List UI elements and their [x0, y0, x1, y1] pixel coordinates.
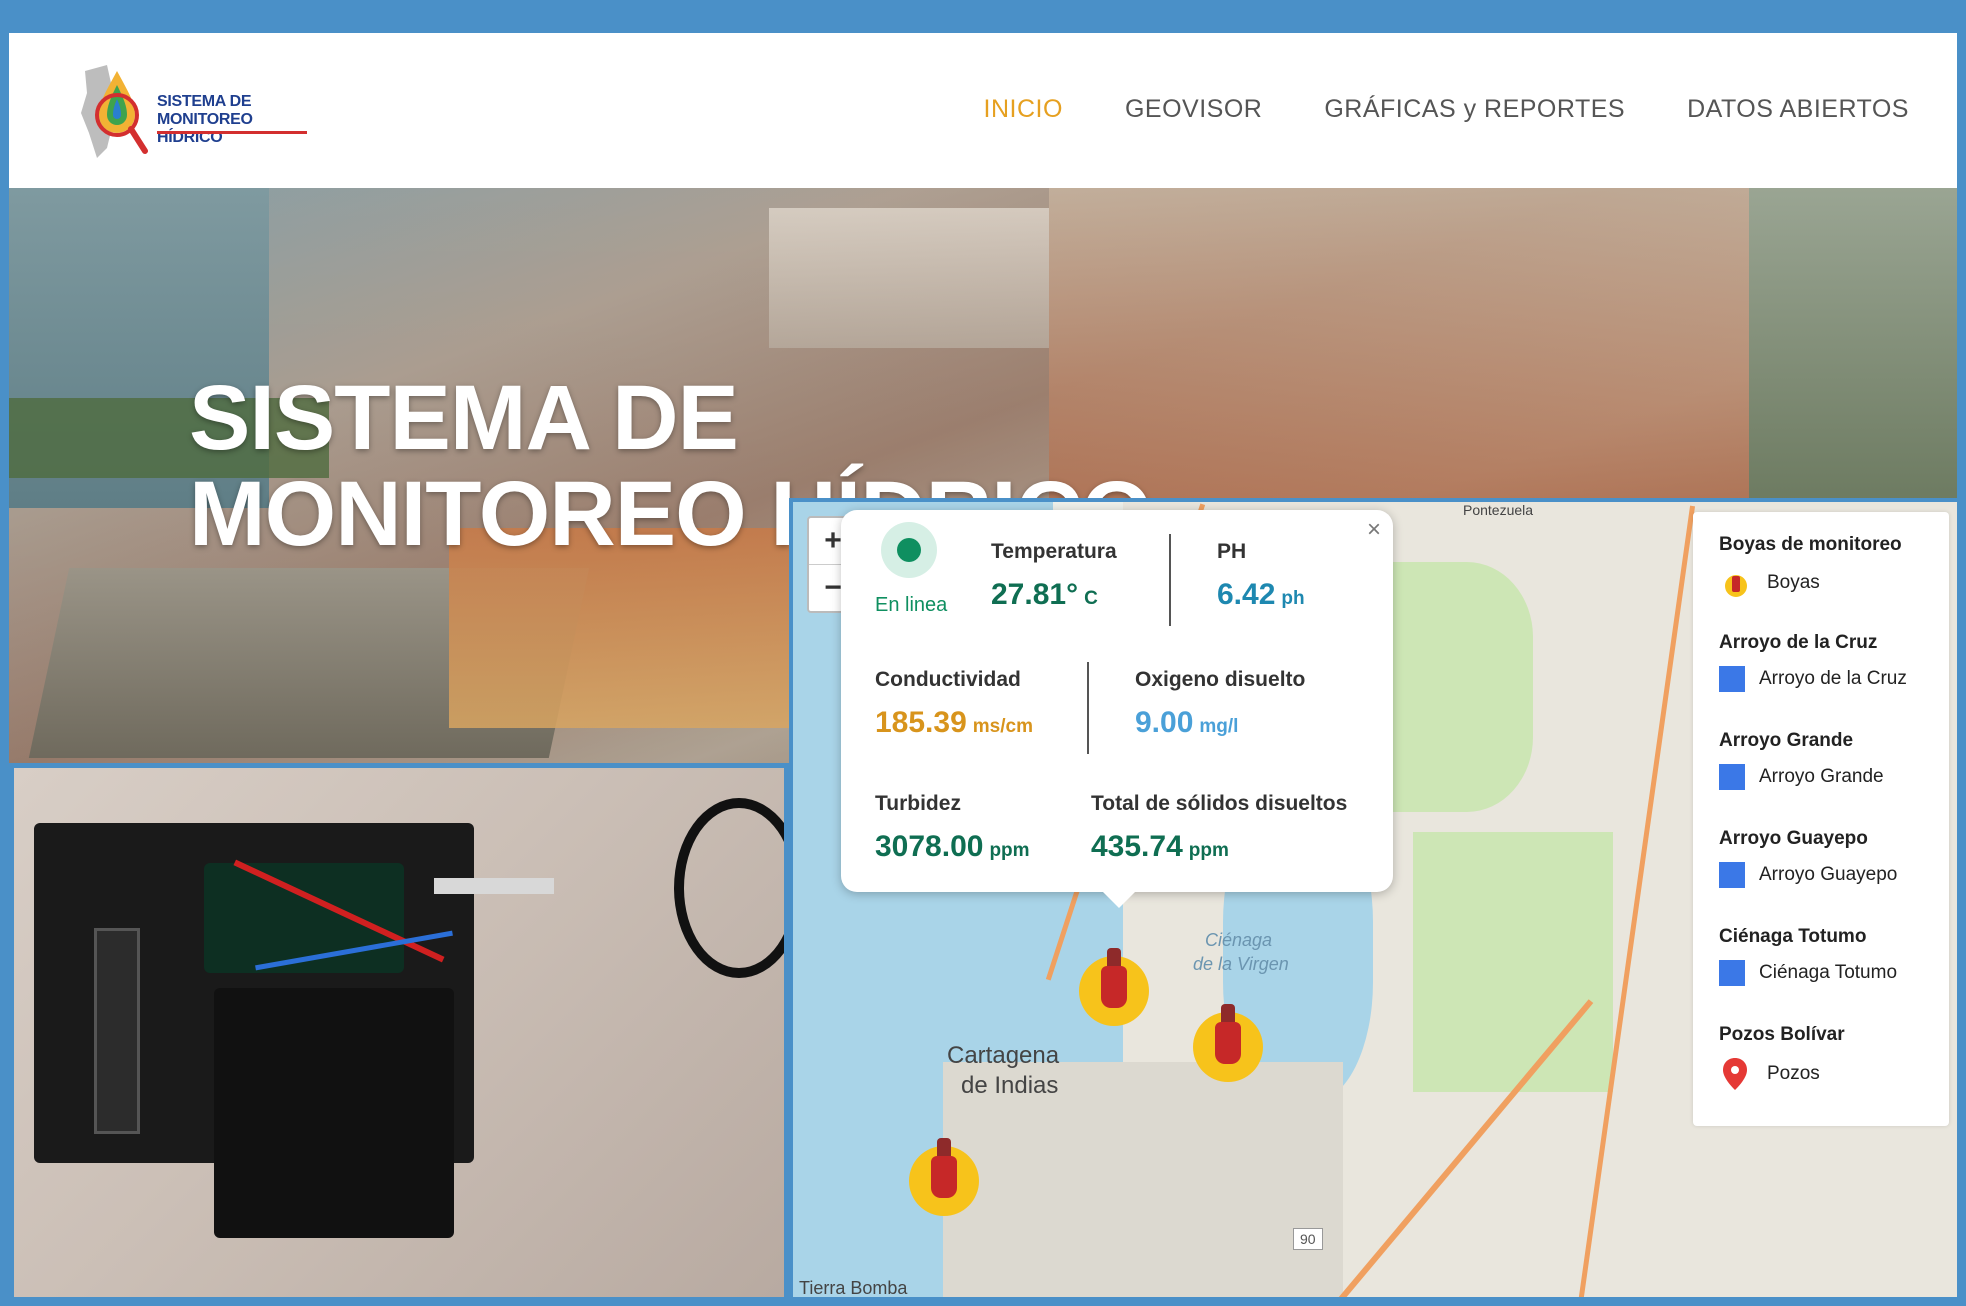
metric-label: Conductividad — [875, 668, 1021, 691]
station-popup: × En linea Temperatura 27.81° C PH 6.42 ph… — [841, 510, 1393, 908]
map-legend: Boyas de monitoreo Boyas Arroyo de la Cr… — [1693, 512, 1949, 1126]
metric-tds: Total de sólidos disueltos 435.74 ppm — [1091, 792, 1347, 864]
metric-label: Oxigeno disuelto — [1135, 668, 1306, 691]
metric-unit: ph — [1281, 588, 1305, 609]
map-label-pontezuela: Pontezuela — [1463, 502, 1534, 518]
metric-label: Temperatura — [991, 540, 1117, 563]
nav-datos-abiertos[interactable]: DATOS ABIERTOS — [1687, 95, 1909, 124]
nav-graficas-reportes[interactable]: GRÁFICAS y REPORTES — [1324, 95, 1625, 124]
blue-square-icon — [1719, 862, 1745, 888]
metric-value: 435.74 — [1091, 830, 1183, 863]
metric-value: 9.00 — [1135, 706, 1194, 739]
legend-item-arroyo-grande[interactable]: Arroyo Grande — [1719, 764, 1884, 790]
buoy-marker[interactable] — [1079, 948, 1149, 1026]
legend-item-arroyo-guayepo[interactable]: Arroyo Guayepo — [1719, 862, 1897, 888]
legend-group-title: Arroyo Guayepo — [1719, 828, 1868, 849]
hero-highway — [1749, 188, 1957, 508]
status-label: En linea — [875, 594, 948, 616]
buoy-marker[interactable] — [909, 1138, 979, 1216]
legend-item-label: Pozos — [1767, 1063, 1820, 1084]
legend-item-label: Arroyo Guayepo — [1759, 864, 1898, 885]
legend-group-title: Pozos Bolívar — [1719, 1024, 1845, 1045]
hero-buildings-center — [769, 208, 1049, 348]
metric-value: 27.81° — [991, 578, 1079, 611]
metric-unit: ppm — [989, 840, 1030, 861]
buoy-icon — [1725, 575, 1747, 597]
metric-value: 6.42 — [1217, 578, 1276, 611]
legend-item-label: Arroyo de la Cruz — [1759, 668, 1907, 689]
logo-line-1: SISTEMA DE — [157, 93, 252, 110]
map-green-area — [1413, 832, 1613, 1092]
hero-title-line-1: SISTEMA DE — [189, 366, 739, 469]
popup-close-button[interactable]: × — [1367, 516, 1381, 544]
blue-square-icon — [1719, 960, 1745, 986]
map-label-tierra-bomba: Tierra Bomba — [799, 1278, 908, 1298]
metric-unit: ms/cm — [972, 716, 1033, 737]
legend-item-pozos[interactable]: Pozos — [1723, 1058, 1820, 1090]
page-frame: SISTEMA DE MONITOREO HÍDRICO INICIO GEOV… — [6, 6, 1960, 1300]
metric-label: PH — [1217, 540, 1247, 563]
map-label-de-la-virgen: de la Virgen — [1193, 954, 1289, 974]
metric-label: Total de sólidos disueltos — [1091, 792, 1348, 815]
legend-item-arroyo-de-la-cruz[interactable]: Arroyo de la Cruz — [1719, 666, 1907, 692]
divider — [1169, 534, 1171, 626]
map-label-cienaga: Ciénaga — [1205, 930, 1273, 950]
online-status-icon — [881, 522, 937, 578]
metric-label: Turbidez — [875, 792, 961, 815]
map-pin-icon — [1723, 1058, 1747, 1090]
logo-map-drop-icon — [81, 65, 148, 158]
metric-value: 185.39 — [875, 706, 967, 739]
legend-item-label: Boyas — [1767, 572, 1820, 593]
buoy-marker[interactable] — [1193, 1004, 1263, 1082]
top-accent-bar — [9, 9, 1957, 33]
legend-group-title: Boyas de monitoreo — [1719, 534, 1902, 555]
metric-unit: mg/l — [1199, 716, 1239, 737]
blue-square-icon — [1719, 666, 1745, 692]
legend-group-title: Arroyo de la Cruz — [1719, 632, 1878, 653]
map-viewer[interactable]: Cartagena de Indias Ciénaga de la Virgen… — [789, 498, 1957, 1298]
site-header: SISTEMA DE MONITOREO HÍDRICO INICIO GEOV… — [9, 33, 1957, 188]
map-label-cartagena: Cartagena — [947, 1042, 1060, 1069]
map-label-de-indias: de Indias — [961, 1072, 1059, 1099]
metric-oxygen: Oxigeno disuelto 9.00 mg/l — [1135, 668, 1305, 740]
legend-item-label: Arroyo Grande — [1759, 766, 1884, 787]
legend-group-title: Ciénaga Totumo — [1719, 926, 1867, 947]
logo-underline — [157, 131, 307, 134]
nav-geovisor[interactable]: GEOVISOR — [1125, 95, 1262, 124]
metric-conductivity: Conductividad 185.39 ms/cm — [875, 668, 1033, 740]
buoy-icon — [931, 1138, 957, 1198]
white-cable — [434, 878, 554, 894]
buoy-icon — [1101, 948, 1127, 1008]
logo-line-2: MONITOREO HÍDRICO — [157, 111, 253, 146]
hero-banner: SISTEMA DE MONITOREO HÍDRICO Cartagena d… — [9, 188, 1957, 1298]
main-nav: INICIO GEOVISOR GRÁFICAS y REPORTES DATO… — [984, 95, 1909, 124]
metric-temperature: Temperatura 27.81° C — [991, 540, 1117, 612]
nav-inicio[interactable]: INICIO — [984, 95, 1063, 124]
blue-square-icon — [1719, 764, 1745, 790]
hero-buildings-right — [1049, 188, 1749, 508]
coiled-cable — [674, 798, 784, 978]
metric-turbidity: Turbidez 3078.00 ppm — [875, 792, 1030, 864]
buoy-icon — [1215, 1004, 1241, 1064]
metric-unit: ppm — [1188, 840, 1229, 861]
metric-ph: PH 6.42 ph — [1217, 540, 1305, 612]
divider — [1087, 662, 1089, 754]
sensor-hardware-photo — [9, 763, 789, 1297]
legend-item-cienaga-totumo[interactable]: Ciénaga Totumo — [1719, 960, 1897, 986]
metric-unit: C — [1084, 588, 1098, 609]
map-route-shield: 90 — [1293, 1228, 1323, 1250]
metric-value: 3078.00 — [875, 830, 984, 863]
legend-item-boyas[interactable]: Boyas — [1725, 568, 1820, 598]
legend-group-title: Arroyo Grande — [1719, 730, 1854, 751]
battery-holder — [94, 928, 140, 1134]
legend-item-label: Ciénaga Totumo — [1759, 962, 1898, 983]
main-board — [214, 988, 454, 1238]
site-logo[interactable]: SISTEMA DE MONITOREO HÍDRICO — [77, 63, 317, 173]
